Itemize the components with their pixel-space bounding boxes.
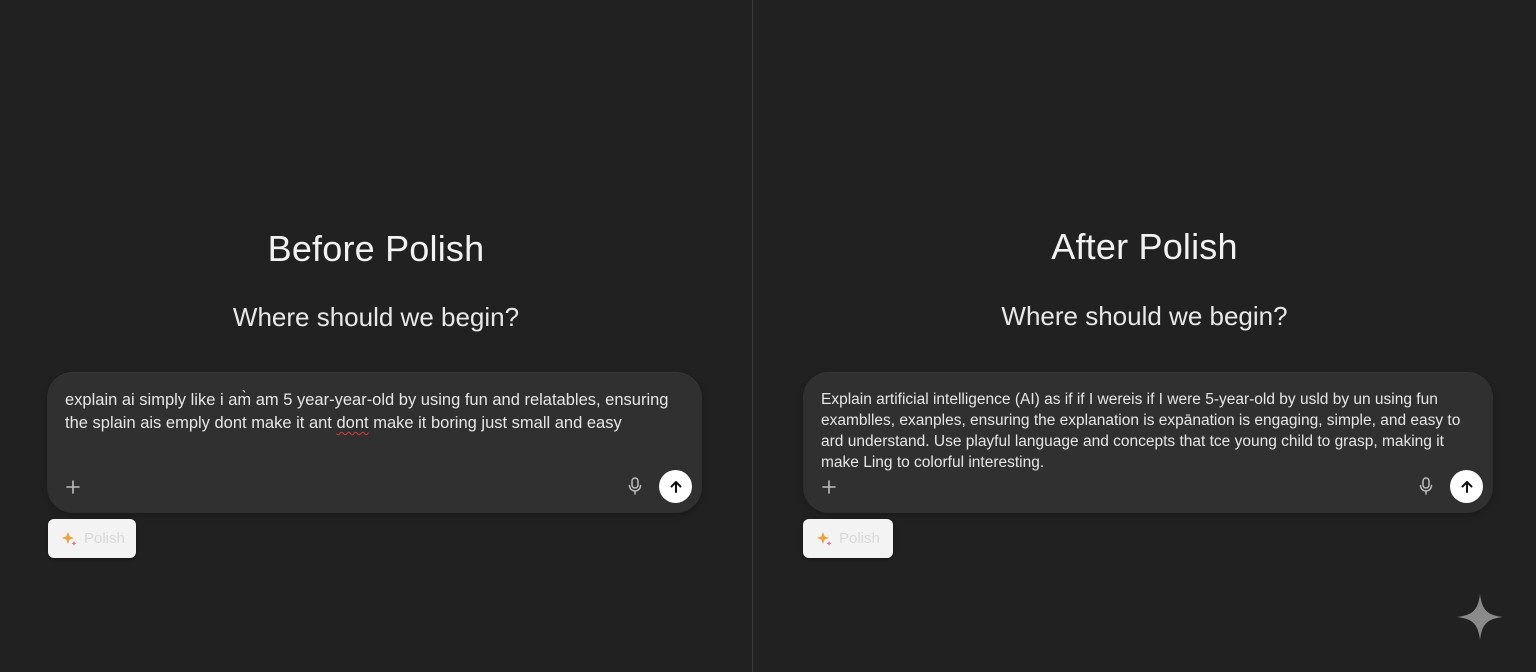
sparkles-icon [815,530,833,548]
four-point-sparkle-icon [1457,594,1503,640]
polish-button-label: Polish [839,530,880,547]
arrow-up-icon [670,480,681,493]
prompt-input[interactable]: explain ai simply like i am̀ am 5 year-y… [65,389,682,435]
greeting-heading: Where should we begin? [232,302,520,332]
prompt-line: the splain ais emply dont make it ant do… [65,412,682,435]
prompt-composer[interactable]: Explain artificial intelligence (AI) as … [803,372,1493,513]
prompt-line: explain ai simply like i am̀ am 5 year-y… [65,391,669,409]
after-panel: After Polish Where should we begin? Expl… [753,0,1536,672]
misspelled-word[interactable]: dont [336,414,368,432]
polish-button-label: Polish [84,530,125,547]
prompt-line: ard understand. Use playful language and… [821,433,1444,450]
after-panel-title: After Polish [1051,226,1238,267]
attach-button[interactable] [817,475,841,499]
send-button[interactable] [659,470,692,503]
arrow-up-icon [1461,480,1472,493]
voice-input-button[interactable] [624,474,646,498]
prompt-line: make Ling to colorful interesting. [821,454,1045,471]
prompt-text-segment: make it boring just small and easy [368,414,622,432]
microphone-icon [628,477,642,495]
prompt-text-segment: the splain ais emply dont make it ant [65,414,337,432]
voice-input-button[interactable] [1415,474,1437,498]
prompt-input[interactable]: Explain artificial intelligence (AI) as … [821,389,1473,473]
comparison-canvas: Before Polish Where should we begin? exp… [0,0,1536,672]
before-panel: Before Polish Where should we begin? exp… [0,0,752,672]
polish-button[interactable]: Polish [803,519,893,558]
prompt-line: examblles, exanples, ensuring the explan… [821,412,1461,429]
send-button[interactable] [1450,470,1483,503]
before-panel-title: Before Polish [267,228,485,269]
microphone-icon [1419,477,1433,495]
prompt-composer[interactable]: explain ai simply like i am̀ am 5 year-y… [47,372,702,513]
prompt-line: Explain artificial intelligence (AI) as … [821,391,1438,408]
attach-button[interactable] [61,475,85,499]
greeting-heading: Where should we begin? [1001,301,1288,331]
plus-icon [822,480,836,494]
polish-button[interactable]: Polish [48,519,136,558]
sparkles-icon [60,530,78,548]
plus-icon [66,480,80,494]
